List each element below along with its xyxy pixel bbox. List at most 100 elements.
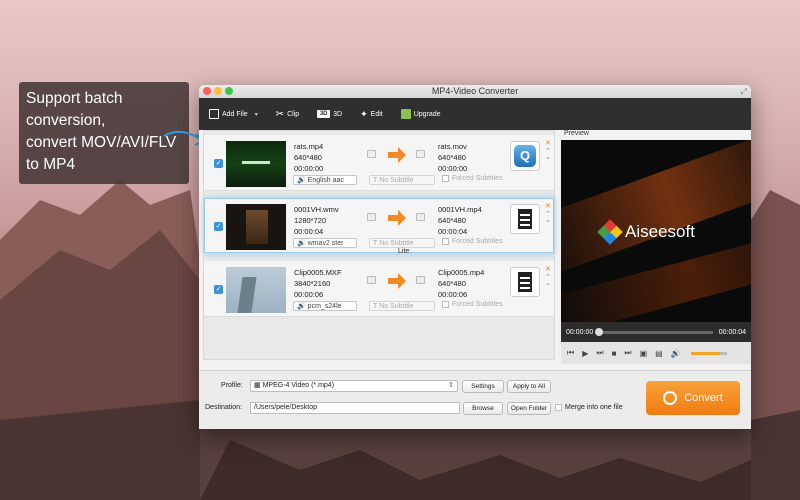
subtitle-value: No Subtitle [379,176,414,184]
output-resolution: 640*480 [438,216,466,225]
playback-controls: ⏮ ▶ ⏭ ■ ⏭ ▣ ▤ 🔊 [561,342,751,364]
file-checkbox[interactable]: ✓ [214,159,223,168]
merge-checkbox[interactable]: Merge into one file [555,404,623,411]
browse-button[interactable]: Browse [463,402,503,415]
fullscreen-icon[interactable]: ⤢ [741,85,747,98]
forced-subtitles-label: Forced Subtitles [452,238,503,245]
close-window-button[interactable] [203,87,211,95]
info-icon[interactable] [416,276,425,284]
source-resolution: 640*480 [294,153,322,162]
output-info: Clip0005.mp4 640*480 00:00:06 [438,267,484,300]
time-current: 00:00:00 [566,328,594,336]
add-file-icon [209,109,219,119]
bottom-panel: Profile: ▦ MPEG-4 Video (*.mp4) ⇕ Settin… [199,370,751,429]
output-duration: 00:00:04 [438,227,468,236]
upgrade-icon [400,109,411,119]
output-duration: 00:00:06 [438,290,468,299]
file-checkbox[interactable]: ✓ [214,285,223,294]
destination-field[interactable]: /Users/pele/Desktop [250,402,460,414]
audio-track-select[interactable]: 🔊 pcm_s24le [293,301,357,311]
file-row[interactable]: ✓ rats.mp4 640*480 00:00:00 rats.mov 640… [204,135,554,191]
source-filename: 0001VH.wmv [294,205,339,214]
open-folder-button[interactable]: Open Folder [507,402,551,415]
forced-subtitles-checkbox[interactable]: Forced Subtitles [442,175,503,182]
apply-to-all-button[interactable]: Apply to All [507,380,551,393]
subtitle-select[interactable]: T No Subtitle [369,301,435,311]
sparkle-icon: ✦ [360,108,368,119]
output-format-button[interactable] [510,204,540,234]
skip-forward-icon[interactable]: ⏭ [596,348,603,358]
volume-fill [690,351,720,355]
subtitle-value: No Subtitle [379,302,414,310]
chevron-down-icon[interactable]: ⌄ [545,153,551,161]
source-info: rats.mp4 640*480 00:00:00 [294,141,323,174]
quicktime-icon: Q [514,145,536,167]
convert-button[interactable]: Convert [646,381,740,415]
output-filename: Clip0005.mp4 [438,268,485,277]
scissors-icon: ✂ [275,108,285,120]
remove-icon[interactable]: ✕ [545,139,551,147]
next-frame-icon[interactable]: ⏭ [624,348,631,358]
add-file-button[interactable]: Add File ▾ [209,109,258,119]
minimize-window-button[interactable] [214,87,222,95]
file-row[interactable]: ✓ Clip0005.MXF 3840*2160 00:00:06 Clip00… [204,261,554,317]
film-icon [518,272,532,292]
add-file-label: Add File [222,110,248,118]
folder-icon[interactable]: ▤ [655,349,663,358]
output-filename: rats.mov [438,142,467,151]
edit-button[interactable]: ✦ Edit [360,109,383,120]
source-info: 0001VH.wmv 1280*720 00:00:04 [294,204,339,237]
audio-track-select[interactable]: 🔊 wmav2 ster [293,238,357,248]
video-thumbnail [226,141,286,187]
info-icon[interactable] [367,276,376,284]
seek-knob[interactable] [595,327,604,336]
upgrade-button[interactable]: Upgrade [400,109,441,119]
source-duration: 00:00:04 [294,227,324,236]
zoom-window-button[interactable] [225,87,233,95]
edit-label: Edit [370,110,383,118]
info-icon[interactable] [367,150,376,158]
settings-button[interactable]: Settings [462,380,504,393]
skip-back-icon[interactable]: ⏮ [567,348,574,358]
audio-track-value: English aac [307,176,344,184]
seek-slider[interactable] [595,327,713,336]
audio-track-select[interactable]: 🔊 English aac [293,175,357,185]
3d-label: 3D [333,110,343,118]
source-info: Clip0005.MXF 3840*2160 00:00:06 [294,267,342,300]
stop-icon[interactable]: ■ [612,349,617,358]
forced-subtitles-label: Forced Subtitles [452,301,503,308]
forced-subtitles-checkbox[interactable]: Forced Subtitles [442,238,503,245]
info-icon[interactable] [416,150,425,158]
profile-label: Profile: [221,382,243,389]
remove-icon[interactable]: ✕ [545,202,551,210]
remove-icon[interactable]: ✕ [545,265,551,273]
3d-button[interactable]: 3D 3D [317,110,342,118]
play-icon[interactable]: ▶ [582,349,588,358]
forced-subtitles-checkbox[interactable]: Forced Subtitles [442,301,503,308]
source-duration: 00:00:06 [294,290,324,299]
output-format-button[interactable] [510,267,540,297]
source-filename: Clip0005.MXF [294,268,342,277]
source-filename: rats.mp4 [294,142,324,151]
info-icon[interactable] [367,213,376,221]
film-icon [518,209,532,229]
chevron-down-icon[interactable]: ⌄ [545,279,551,287]
chevron-down-icon[interactable]: ⌄ [545,216,551,224]
output-format-button[interactable]: Q [510,141,540,171]
window-title: MP4-Video Converter [431,86,519,96]
subtitle-select[interactable]: T No Subtitle [369,238,435,248]
snapshot-icon[interactable]: ▣ [640,349,648,358]
clip-button[interactable]: ✂ Clip [276,109,299,120]
brand-name: Aiseesoft [625,222,695,241]
aiseesoft-logo-icon [597,219,623,245]
file-row[interactable]: ✓ 0001VH.wmv 1280*720 00:00:04 0001VH.mp… [204,198,554,255]
file-checkbox[interactable]: ✓ [214,222,223,231]
chevron-down-icon[interactable]: ▾ [255,111,258,118]
info-icon[interactable] [416,213,425,221]
callout-line: Support batch [26,90,123,107]
toolbar: Add File ▾ ✂ Clip 3D 3D ✦ Edit Upgrade [199,98,751,130]
subtitle-select[interactable]: T No Subtitle [369,175,435,185]
volume-icon[interactable]: 🔊 [671,349,681,358]
profile-select[interactable]: ▦ MPEG-4 Video (*.mp4) ⇕ [250,380,458,392]
volume-slider[interactable] [690,351,727,355]
